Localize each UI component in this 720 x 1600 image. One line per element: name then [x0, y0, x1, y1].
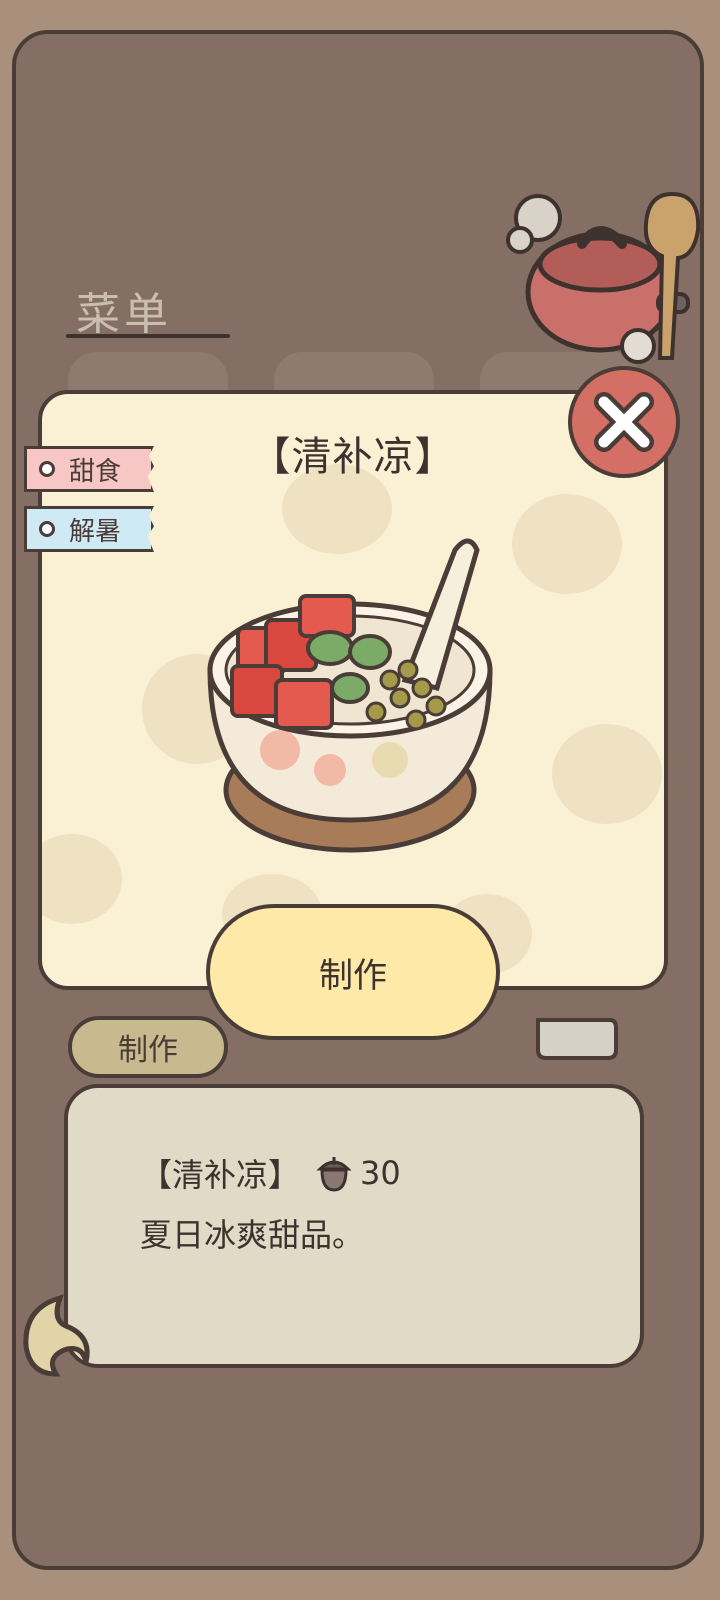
background-blob — [42, 834, 122, 924]
decorative-swirl-icon — [23, 1294, 90, 1377]
make-button[interactable]: 制作 — [206, 904, 500, 1040]
cooking-pot-icon — [506, 191, 700, 364]
recipe-price: 30 — [360, 1154, 401, 1192]
acorn-icon — [316, 1157, 352, 1192]
recipe-summary: 【清补凉】 30 — [140, 1150, 401, 1196]
close-button[interactable] — [568, 366, 680, 478]
recipe-description-text: 夏日冰爽甜品。 — [140, 1216, 365, 1254]
menu-title: 菜单 — [76, 289, 172, 340]
tag-sweet: 甜食 — [24, 446, 154, 492]
tag-label: 解暑 — [69, 516, 122, 547]
background-blob — [512, 494, 622, 594]
tag-dot-icon — [39, 521, 55, 537]
close-icon — [594, 392, 654, 452]
background-item-icon — [536, 1018, 618, 1060]
tag-dot-icon — [39, 461, 55, 477]
recipe-description-panel: 【清补凉】 30 夏日冰爽甜品。 — [64, 1084, 644, 1368]
background-blob — [552, 724, 662, 824]
dessert-bowl-icon — [207, 538, 493, 853]
tag-label: 甜食 — [69, 456, 122, 487]
recipe-name: 【清补凉】 — [140, 1156, 301, 1194]
tag-cool: 解暑 — [24, 506, 154, 552]
background-make-button[interactable]: 制作 — [68, 1016, 228, 1078]
menu-title-underline — [66, 334, 230, 338]
